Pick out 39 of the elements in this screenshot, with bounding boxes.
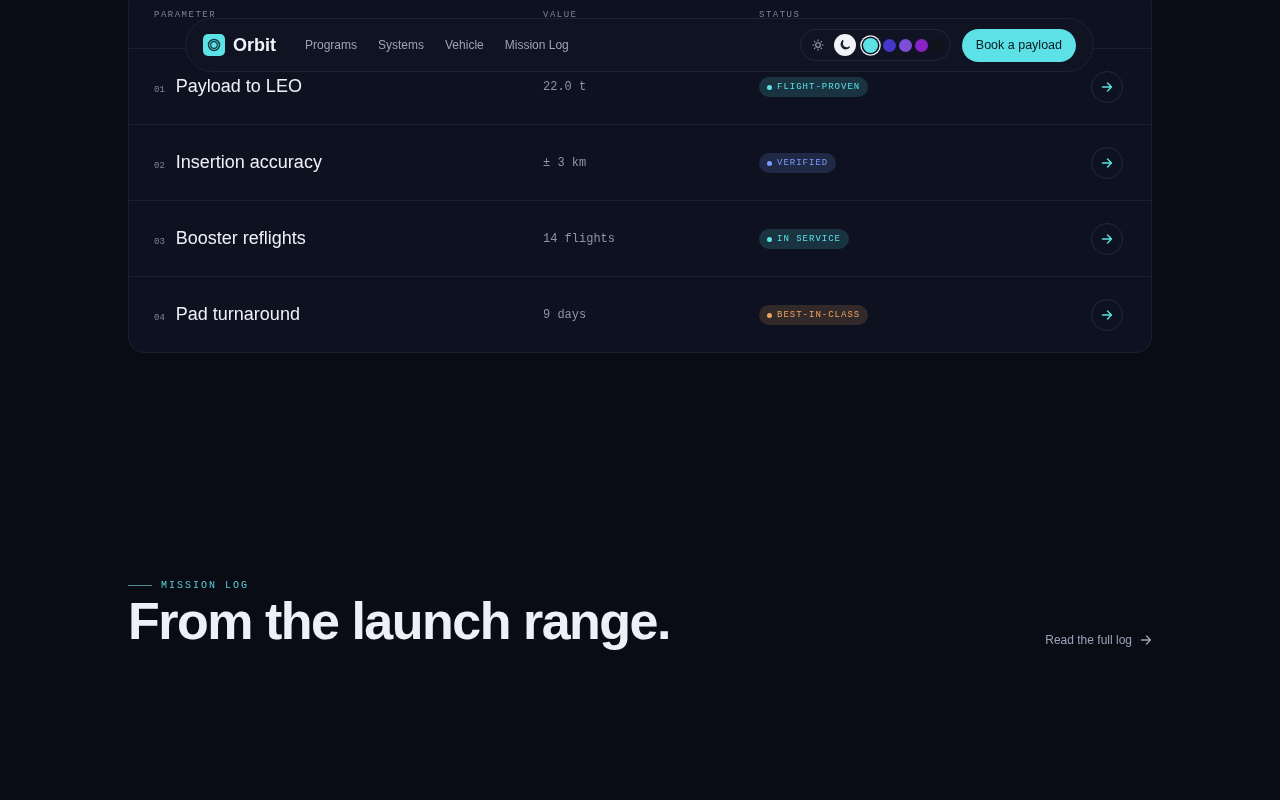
row-number: 01 <box>154 85 165 95</box>
parameter-value: ± 3 km <box>543 155 588 170</box>
nav-link[interactable]: Mission Log <box>504 38 569 52</box>
nav-link[interactable]: Programs <box>305 38 357 52</box>
arrow-right-icon <box>1101 80 1113 93</box>
column-header: VALUE <box>543 10 579 20</box>
row-number: 03 <box>154 237 165 247</box>
nav-link[interactable]: Systems <box>378 38 425 52</box>
row-number: 04 <box>154 313 165 323</box>
column-header: PARAMETER <box>154 10 218 20</box>
parameter-name: Pad turnaround <box>175 304 300 325</box>
row-number: 02 <box>154 161 165 171</box>
book-payload-button[interactable]: Book a payload <box>961 28 1076 62</box>
status-badge: VERIFIED <box>759 153 837 174</box>
arrow-right-icon <box>1140 634 1152 646</box>
color-swatch[interactable] <box>862 37 878 53</box>
status-badge: IN SERVICE <box>759 229 849 250</box>
moon-icon[interactable] <box>833 34 856 56</box>
arrow-right-icon <box>1101 232 1113 245</box>
color-swatch[interactable] <box>914 38 928 52</box>
parameter-value: 9 days <box>543 307 588 322</box>
read-log-link[interactable]: Read the full log <box>1045 633 1152 647</box>
section-eyebrow: MISSION LOG <box>161 580 249 591</box>
parameter-name: Payload to LEO <box>175 76 302 97</box>
column-header: STATUS <box>759 10 802 20</box>
arrow-right-icon <box>1101 308 1113 321</box>
status-badge: FLIGHT-PROVEN <box>759 77 869 98</box>
nav-link[interactable]: Vehicle <box>445 38 484 52</box>
status-badge: BEST-IN-CLASS <box>759 305 869 326</box>
parameter-value: 14 flights <box>543 231 616 246</box>
parameter-name: Insertion accuracy <box>175 152 322 173</box>
color-swatch[interactable] <box>882 38 896 52</box>
color-swatch[interactable] <box>898 38 912 52</box>
arrow-right-icon <box>1101 156 1113 169</box>
brand-name: Orbit <box>233 34 276 56</box>
parameter-name: Booster reflights <box>175 228 306 249</box>
ring-logo-icon <box>203 34 225 56</box>
section-heading: From the launch range. <box>128 591 670 651</box>
parameter-value: 22.0 t <box>543 79 588 94</box>
